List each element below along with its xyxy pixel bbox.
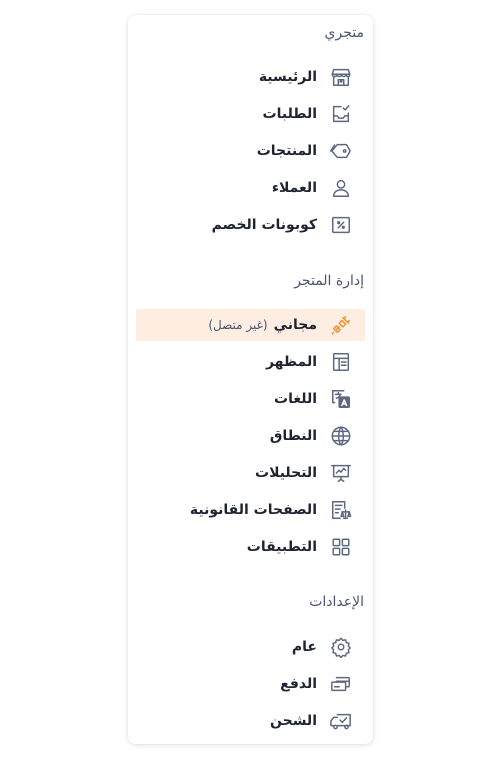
sidebar-item-orders[interactable]: الطلبات	[136, 98, 365, 130]
sidebar-item-apps[interactable]: التطبيقات	[136, 531, 365, 563]
sidebar-item-label: عام	[291, 639, 317, 655]
sidebar-item-label: التطبيقات	[246, 539, 317, 555]
sidebar-item-coupons[interactable]: كوبونات الخصم	[136, 209, 365, 241]
presentation-chart-icon	[329, 461, 353, 485]
sidebar-item-label: المظهر	[265, 354, 317, 370]
sidebar-item-label: النطاق	[269, 428, 317, 444]
payment-cards-icon	[329, 672, 353, 696]
section-title-my-store: متجري	[324, 25, 364, 41]
sidebar-item-shipping[interactable]: الشحن	[136, 705, 365, 737]
inbox-check-icon	[329, 102, 353, 126]
sidebar-item-label: المنتجات	[256, 143, 317, 159]
translate-icon	[329, 387, 353, 411]
legal-scale-icon	[329, 498, 353, 522]
sidebar-item-customers[interactable]: العملاء	[136, 172, 365, 204]
sidebar-item-general[interactable]: عام	[136, 631, 365, 663]
sidebar-menu: متجري الرئيسية الطلبات المنتجات العملاء …	[128, 15, 373, 744]
store-icon	[329, 65, 353, 89]
sidebar-item-label: اللغات	[274, 391, 317, 407]
sidebar-item-label: الرئيسية	[258, 69, 317, 85]
sidebar-item-products[interactable]: المنتجات	[136, 135, 365, 167]
plug-disconnected-icon	[329, 313, 353, 337]
sidebar-item-home[interactable]: الرئيسية	[136, 61, 365, 93]
sidebar-item-analytics[interactable]: التحليلات	[136, 457, 365, 489]
sidebar-item-appearance[interactable]: المظهر	[136, 346, 365, 378]
connection-status-tag: (غير متصل)	[208, 318, 268, 332]
sidebar-item-payment[interactable]: الدفع	[136, 668, 365, 700]
section-title-store-management: إدارة المتجر	[294, 273, 364, 289]
delivery-truck-icon	[329, 709, 353, 733]
tags-icon	[329, 139, 353, 163]
sidebar-item-label: الطلبات	[262, 106, 317, 122]
sidebar-item-legal-pages[interactable]: الصفحات القانونية	[136, 494, 365, 526]
sidebar-item-domain[interactable]: النطاق	[136, 420, 365, 452]
sidebar-item-label: الشحن	[270, 713, 317, 729]
sidebar-item-languages[interactable]: اللغات	[136, 383, 365, 415]
layout-icon	[329, 350, 353, 374]
sidebar-item-label: كوبونات الخصم	[211, 217, 317, 233]
sidebar-item-label: الصفحات القانونية	[189, 502, 317, 518]
grid-apps-icon	[329, 535, 353, 559]
sidebar-item-label: التحليلات	[255, 465, 317, 481]
percent-coupon-icon	[329, 213, 353, 237]
sidebar-item-label: مجاني	[273, 317, 317, 333]
gear-icon	[329, 635, 353, 659]
sidebar-item-label: العملاء	[271, 180, 317, 196]
sidebar-item-plan[interactable]: مجاني (غير متصل)	[136, 309, 365, 341]
sidebar-item-label: الدفع	[280, 676, 317, 692]
section-title-settings: الإعدادات	[309, 594, 364, 610]
user-icon	[329, 176, 353, 200]
globe-icon	[329, 424, 353, 448]
